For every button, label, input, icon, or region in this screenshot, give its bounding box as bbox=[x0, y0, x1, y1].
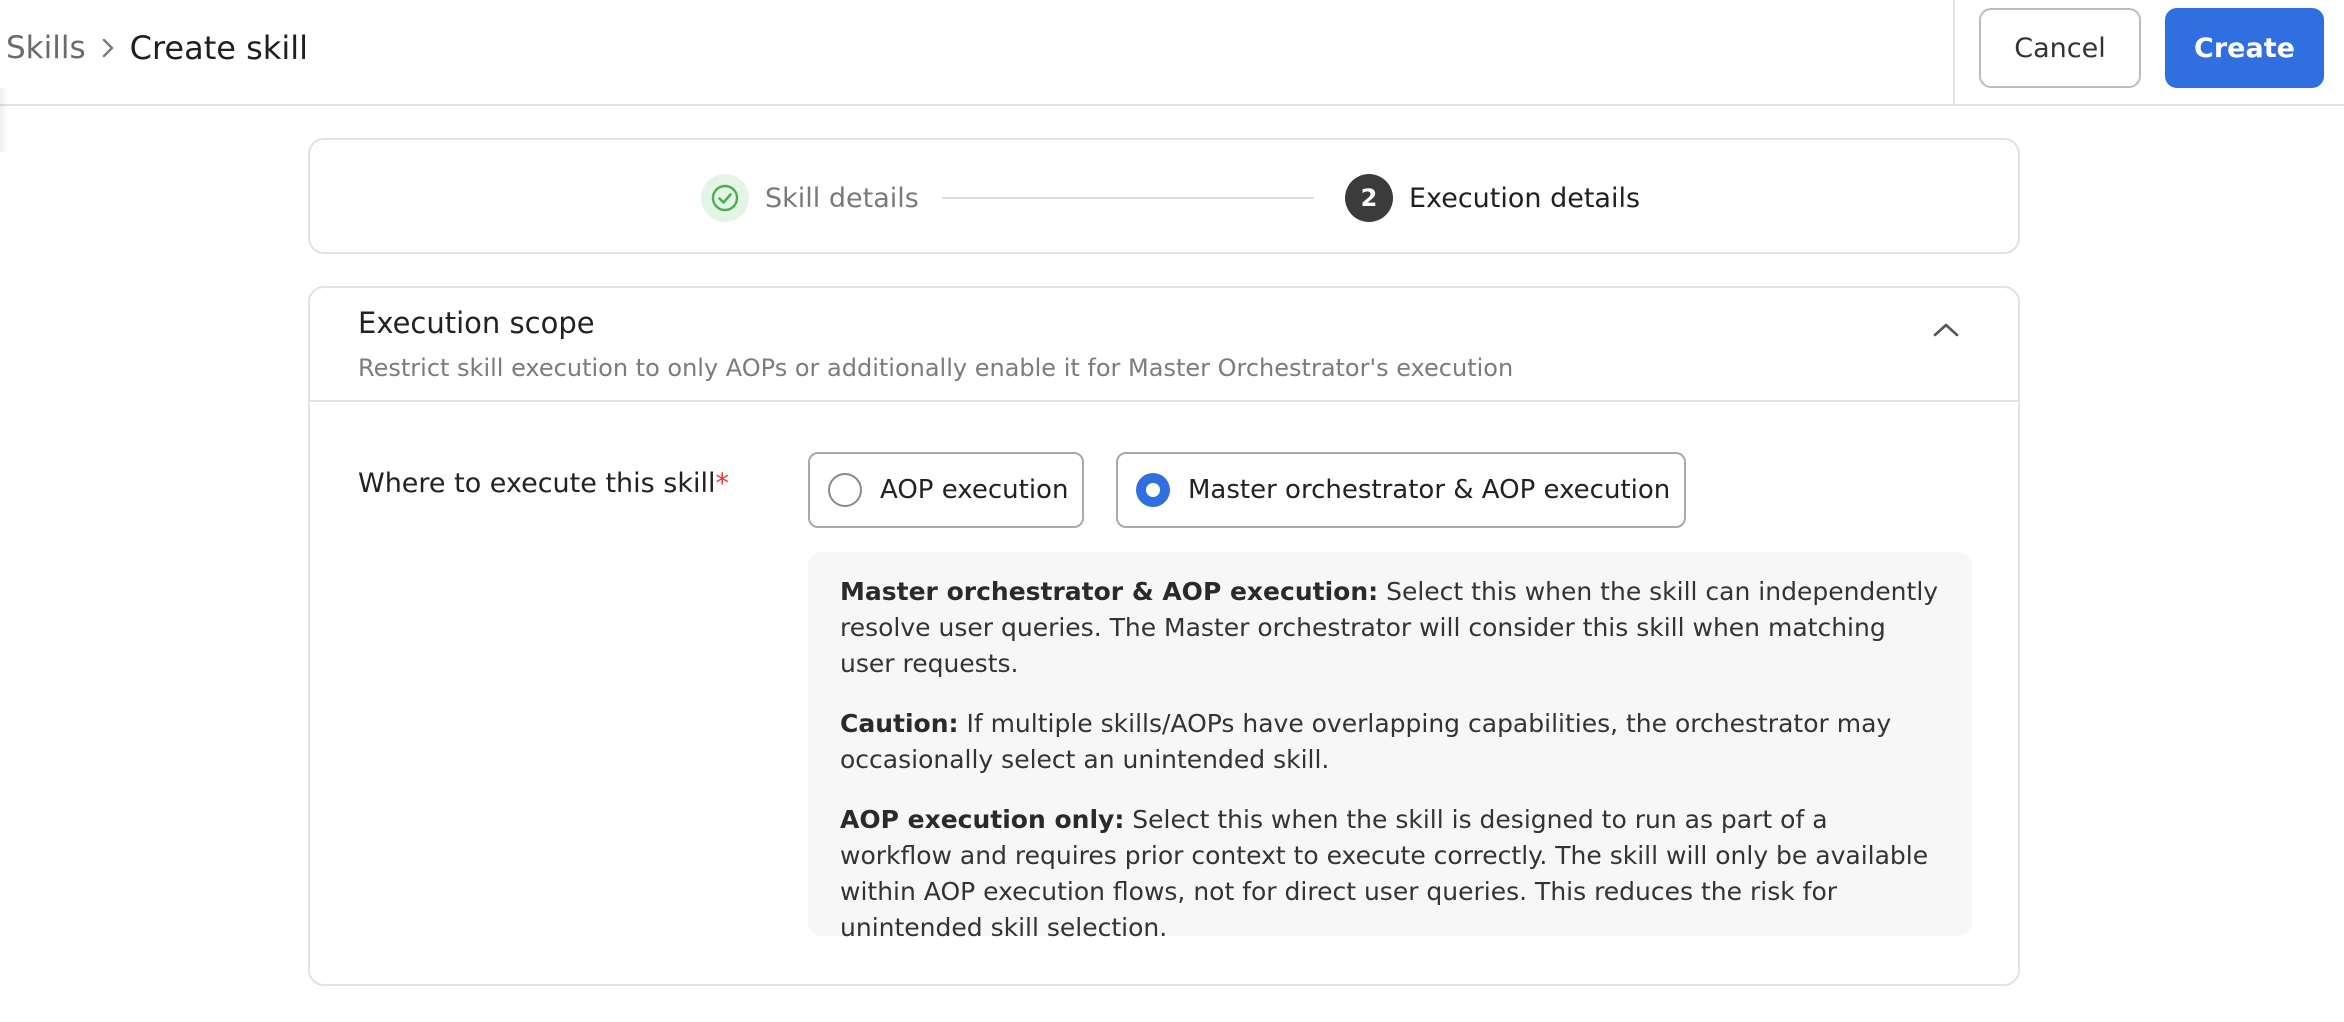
step-number: 2 bbox=[1345, 174, 1393, 222]
radio-unchecked-icon bbox=[828, 473, 862, 507]
info-paragraph: Master orchestrator & AOP execution: Sel… bbox=[840, 574, 1940, 682]
create-button[interactable]: Create bbox=[2165, 8, 2324, 88]
field-label: Where to execute this skill* bbox=[358, 468, 729, 499]
stepper: Skill details 2 Execution details bbox=[308, 138, 2020, 254]
step-skill-details[interactable]: Skill details bbox=[701, 174, 919, 222]
radio-aop-execution[interactable]: AOP execution bbox=[808, 452, 1084, 528]
info-paragraph: AOP execution only: Select this when the… bbox=[840, 802, 1940, 946]
radio-label: AOP execution bbox=[880, 475, 1069, 505]
breadcrumb: Skills Create skill bbox=[6, 28, 308, 68]
info-paragraph: Caution: If multiple skills/AOPs have ov… bbox=[840, 706, 1940, 778]
chevron-up-icon[interactable] bbox=[1926, 310, 1966, 350]
breadcrumb-skills-link[interactable]: Skills bbox=[6, 30, 86, 66]
step-label: Skill details bbox=[765, 182, 919, 214]
info-title: Caution: bbox=[840, 709, 959, 738]
cancel-button[interactable]: Cancel bbox=[1979, 8, 2141, 88]
top-header: Skills Create skill Cancel Create bbox=[0, 0, 2344, 106]
info-text: If multiple skills/AOPs have overlapping… bbox=[840, 709, 1892, 774]
radio-dot bbox=[1146, 483, 1160, 497]
section-title: Execution scope bbox=[358, 306, 595, 340]
execution-info-box: Master orchestrator & AOP execution: Sel… bbox=[808, 552, 1972, 942]
radio-label: Master orchestrator & AOP execution bbox=[1188, 475, 1671, 505]
side-panel-edge bbox=[0, 88, 8, 152]
radio-checked-icon bbox=[1136, 473, 1170, 507]
info-title: AOP execution only: bbox=[840, 805, 1125, 834]
required-marker: * bbox=[715, 468, 730, 499]
section-subtitle: Restrict skill execution to only AOPs or… bbox=[358, 354, 1514, 382]
execution-scope-card: Execution scope Restrict skill execution… bbox=[308, 286, 2020, 986]
step-execution-details[interactable]: 2 Execution details bbox=[1345, 174, 1640, 222]
field-label-text: Where to execute this skill bbox=[358, 468, 716, 499]
page-title: Create skill bbox=[129, 29, 308, 67]
radio-master-orchestrator-aop-execution[interactable]: Master orchestrator & AOP execution bbox=[1116, 452, 1686, 528]
step-connector bbox=[942, 197, 1314, 199]
step-label: Execution details bbox=[1409, 182, 1641, 214]
info-title: Master orchestrator & AOP execution: bbox=[840, 577, 1379, 606]
execution-scope-header[interactable]: Execution scope Restrict skill execution… bbox=[310, 288, 2018, 402]
check-circle-icon bbox=[701, 174, 749, 222]
chevron-right-icon bbox=[86, 28, 130, 68]
header-divider bbox=[1953, 0, 1955, 106]
